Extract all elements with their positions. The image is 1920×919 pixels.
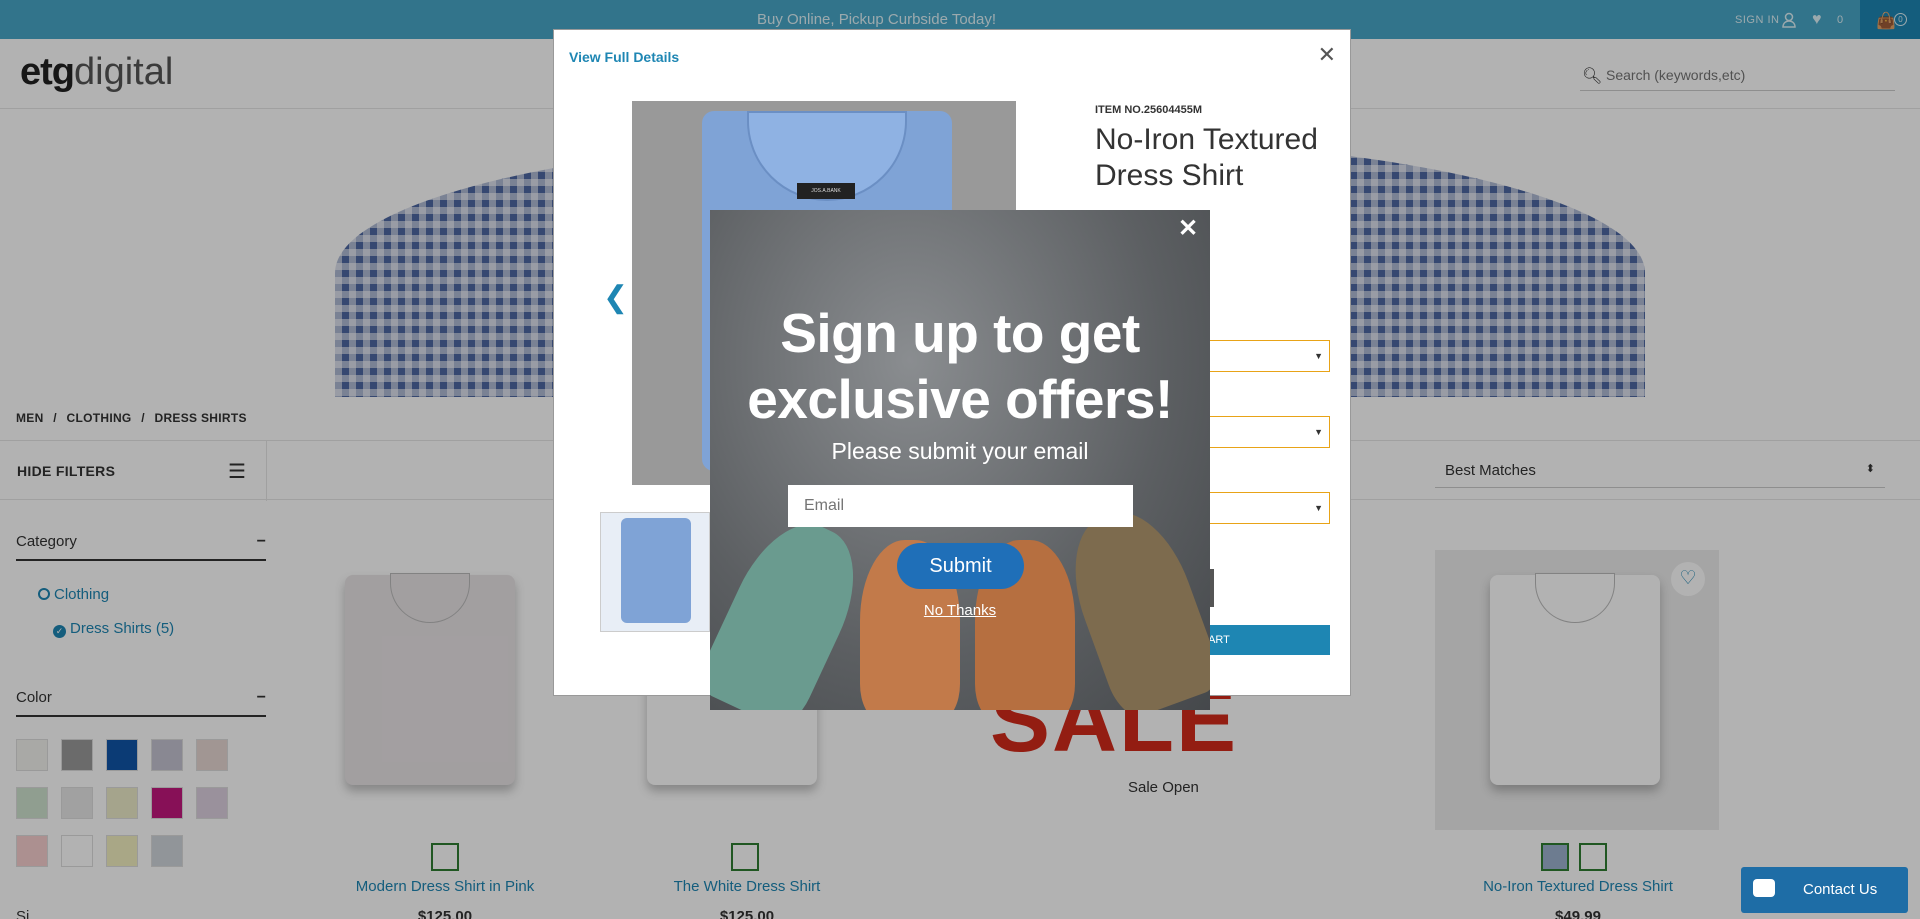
thumbnail-shirt	[621, 518, 691, 623]
close-icon[interactable]: ✕	[1178, 214, 1198, 243]
signup-popup: Sign up to get exclusive offers! Please s…	[710, 210, 1210, 710]
caret-down-icon: ▼	[1314, 427, 1323, 437]
thumbnail-image[interactable]	[600, 512, 710, 632]
title-line-1: Sign up to get	[780, 302, 1140, 364]
chevron-left-icon[interactable]: ❮	[603, 280, 628, 315]
item-number: ITEM NO.25604455M	[1095, 104, 1202, 116]
contact-us-label: Contact Us	[1803, 881, 1878, 898]
view-full-details-link[interactable]: View Full Details	[569, 49, 679, 65]
caret-down-icon: ▼	[1314, 351, 1323, 361]
close-icon[interactable]: ✕	[1318, 42, 1336, 68]
popup-subtitle: Please submit your email	[831, 438, 1089, 464]
product-title: No-Iron Textured Dress Shirt	[1095, 123, 1318, 192]
caret-down-icon: ▼	[1314, 503, 1323, 513]
contact-us-button[interactable]: Contact Us	[1741, 867, 1908, 913]
popup-title: Sign up to get exclusive offers!	[710, 300, 1210, 432]
no-thanks-link[interactable]: No Thanks	[710, 602, 1210, 619]
title-line-2: exclusive offers!	[747, 368, 1173, 430]
chat-icon	[1753, 879, 1775, 897]
submit-button[interactable]: Submit	[897, 543, 1024, 589]
email-field[interactable]	[788, 485, 1133, 527]
label-tag: JOS.A.BANK	[797, 183, 855, 199]
